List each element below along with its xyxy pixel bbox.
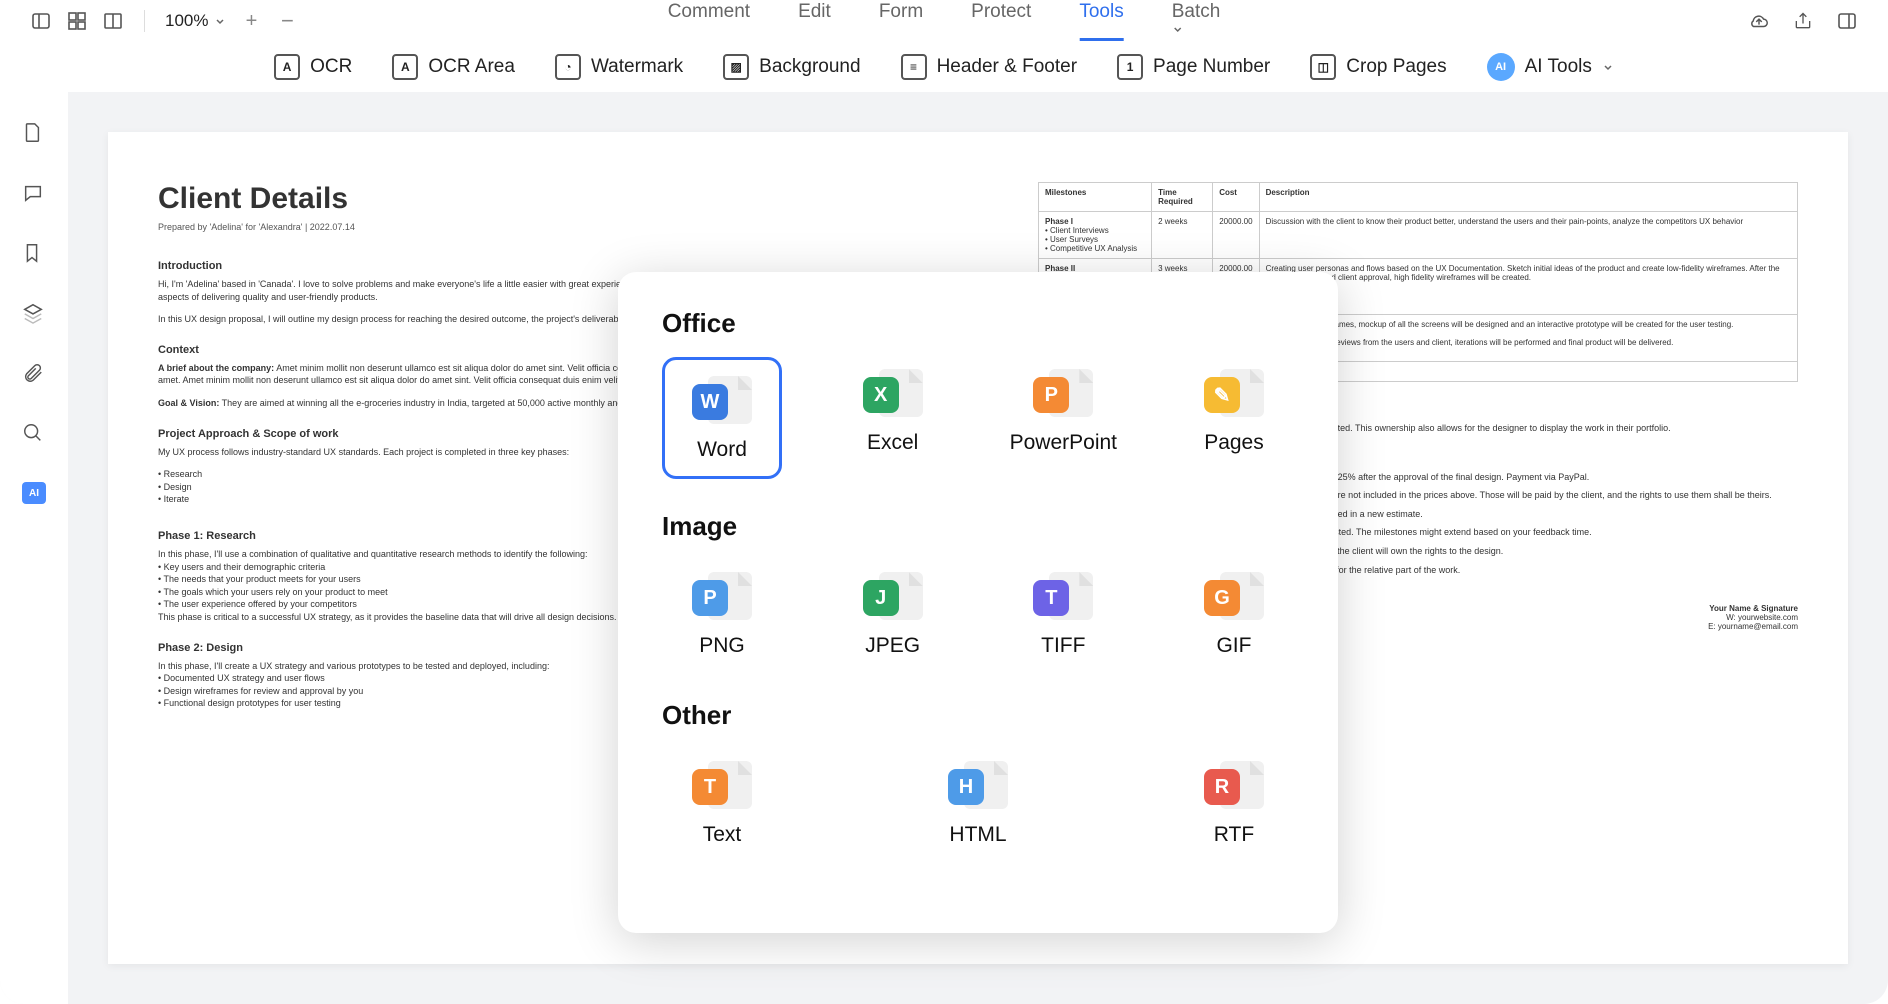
tool-background[interactable]: ▨Background bbox=[723, 54, 860, 80]
search-icon[interactable] bbox=[22, 422, 46, 446]
tab-protect[interactable]: Protect bbox=[971, 1, 1031, 41]
doc-title: Client Details bbox=[158, 182, 918, 216]
left-sidebar: AI bbox=[0, 92, 68, 1004]
sidebar-toggle-icon[interactable] bbox=[30, 10, 52, 32]
grid-view-icon[interactable] bbox=[66, 10, 88, 32]
tab-form[interactable]: Form bbox=[879, 1, 923, 41]
zoom-level[interactable]: 100% bbox=[165, 11, 226, 31]
export-section-title: Image bbox=[662, 511, 1294, 542]
tools-toolbar: AOCR AOCR Area ◔Watermark ▨Background ≡Heade… bbox=[0, 42, 1888, 92]
cloud-upload-icon[interactable] bbox=[1748, 10, 1770, 32]
table-header: Description bbox=[1259, 183, 1797, 212]
tool-header-footer[interactable]: ≡Header & Footer bbox=[901, 54, 1077, 80]
attachment-icon[interactable] bbox=[22, 362, 46, 386]
layers-icon[interactable] bbox=[22, 302, 46, 326]
columns-view-icon[interactable] bbox=[102, 10, 124, 32]
export-format-html[interactable]: HHTML bbox=[918, 749, 1038, 857]
comment-icon[interactable] bbox=[22, 182, 46, 206]
section-heading: Introduction bbox=[158, 260, 918, 272]
doc-meta: Prepared by 'Adelina' for 'Alexandra' | … bbox=[158, 222, 918, 232]
export-format-tiff[interactable]: TTIFF bbox=[1003, 560, 1123, 668]
export-format-pages[interactable]: ✎Pages bbox=[1174, 357, 1294, 479]
zoom-in-icon[interactable]: + bbox=[240, 10, 262, 32]
tab-comment[interactable]: Comment bbox=[668, 1, 750, 41]
tool-watermark[interactable]: ◔Watermark bbox=[555, 54, 683, 80]
table-header: Time Required bbox=[1152, 183, 1213, 212]
tab-batch[interactable]: Batch bbox=[1172, 1, 1221, 41]
designer-signature-block: Your Name & Signature W: yourwebsite.com… bbox=[1708, 604, 1798, 631]
ai-sidebar-icon[interactable]: AI bbox=[22, 482, 46, 504]
tool-page-number[interactable]: 1Page Number bbox=[1117, 54, 1270, 80]
tool-ai-tools[interactable]: AIAI Tools bbox=[1487, 53, 1614, 81]
tool-ocr-area[interactable]: AOCR Area bbox=[392, 54, 515, 80]
tool-ocr[interactable]: AOCR bbox=[274, 54, 352, 80]
export-format-powerpoint[interactable]: PPowerPoint bbox=[1003, 357, 1123, 479]
page-thumbnails-icon[interactable] bbox=[22, 122, 46, 146]
export-section-title: Office bbox=[662, 308, 1294, 339]
export-format-popup: Office WWord XExcel PPowerPoint ✎Pages Image P… bbox=[618, 272, 1338, 933]
export-section-title: Other bbox=[662, 700, 1294, 731]
table-header: Milestones bbox=[1039, 183, 1152, 212]
export-format-excel[interactable]: XExcel bbox=[833, 357, 953, 479]
share-icon[interactable] bbox=[1792, 10, 1814, 32]
tool-crop-pages[interactable]: ◫Crop Pages bbox=[1310, 54, 1446, 80]
export-format-text[interactable]: TText bbox=[662, 749, 782, 857]
export-format-rtf[interactable]: RRTF bbox=[1174, 749, 1294, 857]
divider bbox=[144, 10, 145, 32]
panel-right-icon[interactable] bbox=[1836, 10, 1858, 32]
export-format-jpeg[interactable]: JJPEG bbox=[833, 560, 953, 668]
tab-tools[interactable]: Tools bbox=[1079, 1, 1123, 41]
main-tabs: Comment Edit Form Protect Tools Batch bbox=[668, 1, 1221, 41]
table-row: Phase I• Client Interviews• User Surveys… bbox=[1039, 212, 1798, 259]
export-format-gif[interactable]: GGIF bbox=[1174, 560, 1294, 668]
table-header: Cost bbox=[1213, 183, 1259, 212]
export-format-word[interactable]: WWord bbox=[662, 357, 782, 479]
zoom-out-icon[interactable]: − bbox=[276, 10, 298, 32]
export-format-png[interactable]: PPNG bbox=[662, 560, 782, 668]
bookmark-icon[interactable] bbox=[22, 242, 46, 266]
tab-edit[interactable]: Edit bbox=[798, 1, 831, 41]
